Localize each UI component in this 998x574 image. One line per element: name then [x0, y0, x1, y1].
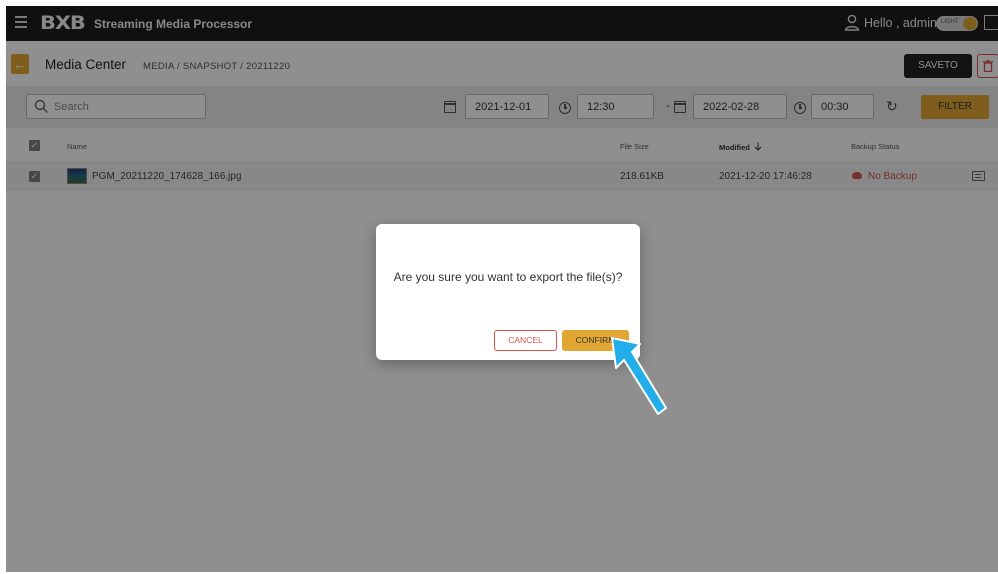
dialog-message: Are you sure you want to export the file… — [393, 270, 623, 284]
pointer-arrow-icon — [611, 337, 667, 415]
app-window: BXB Streaming Media Processor Hello , ad… — [6, 6, 998, 572]
cancel-button[interactable]: CANCEL — [494, 330, 557, 351]
export-confirm-dialog: Are you sure you want to export the file… — [376, 224, 640, 360]
